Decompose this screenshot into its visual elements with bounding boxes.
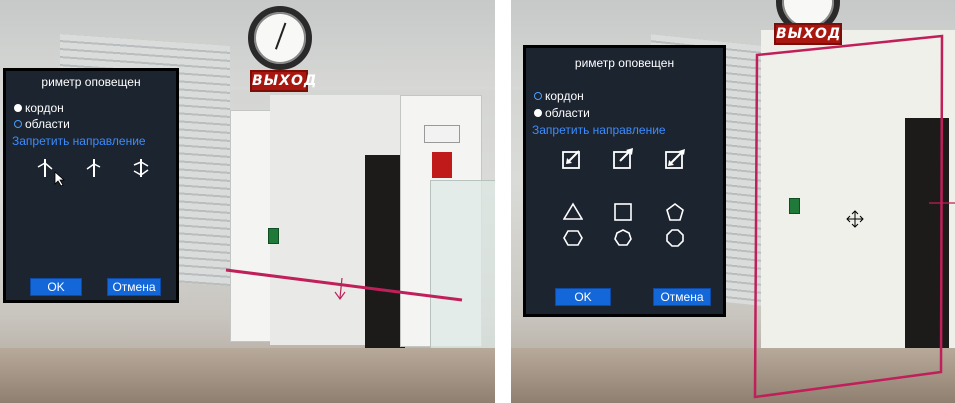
cancel-button[interactable]: Отмена xyxy=(107,278,161,296)
radio-button-selected[interactable] xyxy=(14,104,22,112)
bidirectional-arrow-icon[interactable] xyxy=(34,157,56,179)
option-cordon[interactable]: кордон xyxy=(534,89,584,103)
octagon-icon[interactable] xyxy=(665,228,685,248)
tripwire-line[interactable] xyxy=(225,268,463,302)
one-way-arrow-icon[interactable] xyxy=(83,157,105,179)
perimeter-alert-dialog: риметр оповещен кордон области Запретить… xyxy=(523,45,726,317)
mouse-cursor-icon xyxy=(54,171,68,187)
ok-button[interactable]: OK xyxy=(30,278,82,296)
enter-region-icon[interactable] xyxy=(561,148,583,170)
move-cursor-icon xyxy=(846,210,864,228)
dialog-title: риметр оповещен xyxy=(41,75,141,89)
detection-region[interactable] xyxy=(753,34,944,399)
both-directions-region-icon[interactable] xyxy=(664,148,686,170)
cross-arrow-icon[interactable] xyxy=(130,157,152,179)
heptagon-icon[interactable] xyxy=(613,228,633,248)
forbidden-direction-label: Запретить направление xyxy=(12,134,146,148)
ok-button[interactable]: OK xyxy=(555,288,611,306)
option-area[interactable]: области xyxy=(14,117,70,131)
option-area[interactable]: области xyxy=(534,106,590,120)
forbidden-direction-label: Запретить направление xyxy=(532,123,666,137)
direction-arrow-icon xyxy=(339,277,343,299)
radio-button[interactable] xyxy=(534,92,542,100)
option-label: области xyxy=(25,117,70,131)
option-label: области xyxy=(545,106,590,120)
camera-view-left: ВЫХОД риметр оповещен кордон области Зап… xyxy=(0,0,495,403)
radio-button[interactable] xyxy=(14,120,22,128)
dialog-title: риметр оповещен xyxy=(574,56,675,70)
option-label: кордон xyxy=(25,101,64,115)
exit-region-icon[interactable] xyxy=(612,148,634,170)
pentagon-icon[interactable] xyxy=(665,202,685,222)
radio-button-selected[interactable] xyxy=(534,109,542,117)
option-label: кордон xyxy=(545,89,584,103)
perimeter-alert-dialog: риметр оповещен кордон области Запретить… xyxy=(3,68,179,303)
cancel-button[interactable]: Отмена xyxy=(653,288,711,306)
option-cordon[interactable]: кордон xyxy=(14,101,64,115)
square-icon[interactable] xyxy=(613,202,633,222)
camera-view-right: ВЫХОД риметр оповещен кордон области Зап… xyxy=(511,0,955,403)
hexagon-icon[interactable] xyxy=(563,228,583,248)
triangle-icon[interactable] xyxy=(563,202,583,222)
